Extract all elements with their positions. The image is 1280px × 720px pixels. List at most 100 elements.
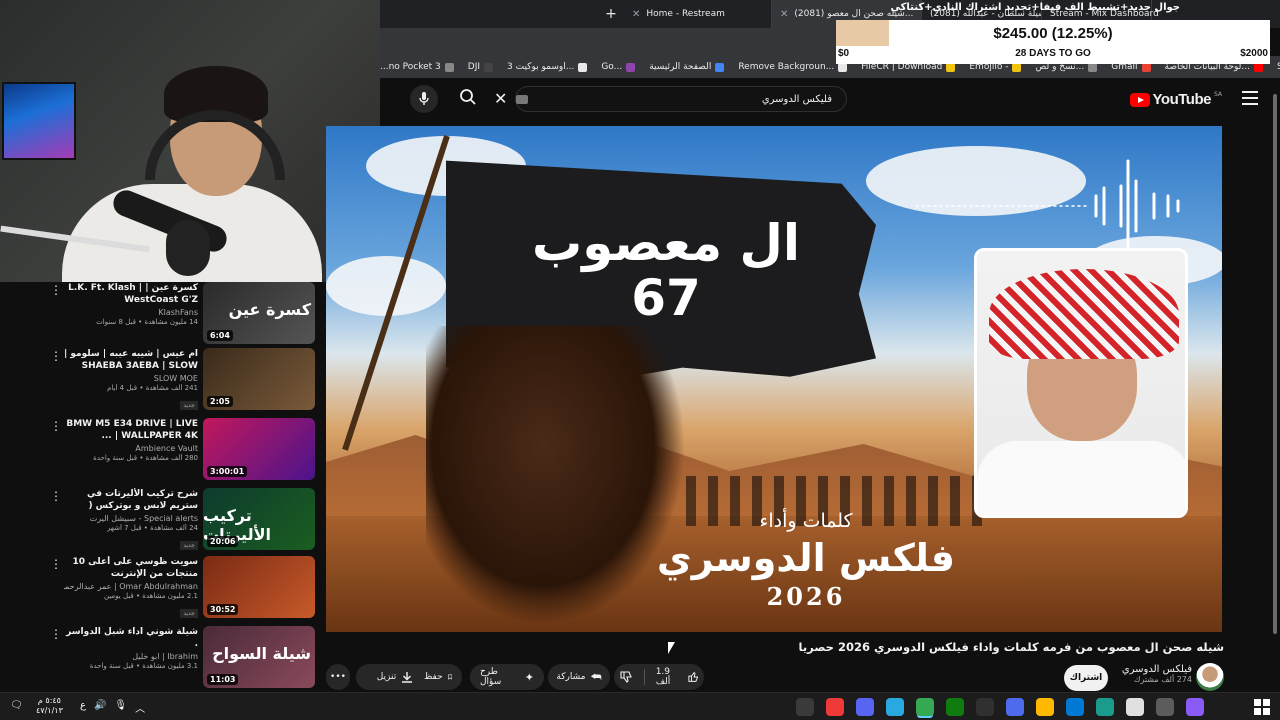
files-app-icon[interactable] xyxy=(1036,698,1054,716)
video-duration: 6:04 xyxy=(207,330,233,341)
start-button[interactable] xyxy=(1254,699,1270,715)
recommendation-channel[interactable]: SLOW MOE xyxy=(64,374,198,383)
youtube-play-icon xyxy=(1129,92,1150,107)
outlook-app-icon[interactable] xyxy=(1066,698,1084,716)
settings-app-icon[interactable] xyxy=(1156,698,1174,716)
recommendation-thumbnail[interactable]: شيلة السواح 11:03 xyxy=(203,626,315,688)
recommendation-views: 24 ألف مشاهدة • قبل 7 أشهر xyxy=(106,524,198,532)
recommendation-channel[interactable]: Ambience Vault xyxy=(64,444,198,453)
recommendation-meta: سويت ظوسي على أعلى 10 منتجات من الإنترنت… xyxy=(64,556,198,619)
video-player[interactable]: ال معصوب 67 كلمات وأداء فلكس الدوسري 202… xyxy=(326,126,1222,632)
like-button[interactable]: 1.9 ألف xyxy=(650,667,704,687)
recommendation-item[interactable]: ⋮ سويت ظوسي على أعلى 10 منتجات من الإنترن… xyxy=(0,556,326,622)
youtube-logo[interactable]: YouTube SA xyxy=(1129,91,1222,108)
voice-search-button[interactable] xyxy=(410,85,438,113)
singer-thobe xyxy=(977,441,1185,515)
recommendation-channel[interactable]: Special alerts - سبيشل اليرت xyxy=(64,514,198,523)
recommendation-item[interactable]: ⋮ BMW M5 E34 DRIVE | LIVE WALLPAPER 4K | … xyxy=(0,418,326,484)
edge-app-icon[interactable] xyxy=(1096,698,1114,716)
bookmark-item[interactable]: DJI xyxy=(468,62,494,72)
save-button[interactable]: حفظ xyxy=(414,664,462,690)
bookmark-item[interactable]: Remove Backgroun... xyxy=(738,62,848,72)
recommendation-channel[interactable]: Ibrahim | ابو خليل xyxy=(64,652,198,661)
video-duration: 2:05 xyxy=(207,396,233,407)
recommendation-item[interactable]: ⋮ كسرة عين | L.K. Ft. Klash | WestCoast G… xyxy=(0,282,326,348)
xbox-app-icon[interactable] xyxy=(946,698,964,716)
recommendation-channel[interactable]: Omar Abdulrahman | عمر عبدالرحمن xyxy=(64,582,198,591)
recommendation-title[interactable]: سويت ظوسي على أعلى 10 منتجات من الإنترنت xyxy=(64,556,198,580)
channel-name[interactable]: فيلكس الدوسري xyxy=(1112,664,1192,675)
obs-app-icon[interactable] xyxy=(976,698,994,716)
clear-search-icon[interactable]: ✕ xyxy=(494,89,507,109)
notepad-app-icon[interactable] xyxy=(1126,698,1144,716)
recommendation-title[interactable]: كسرة عين | L.K. Ft. Klash | WestCoast G'… xyxy=(64,282,198,306)
teams-app-icon[interactable] xyxy=(1006,698,1024,716)
recommendation-channel[interactable]: KlashFans xyxy=(64,308,198,317)
speaker-icon[interactable]: 🔊 xyxy=(94,700,106,715)
recommendation-item[interactable]: ⋮ شيلة شوني اداء شبل الدواسر . Ibrahim | ا… xyxy=(0,626,326,692)
search-button[interactable] xyxy=(458,87,482,111)
recommendation-thumbnail[interactable]: 3:00:01 xyxy=(203,418,315,480)
scrollbar-thumb[interactable] xyxy=(1273,94,1277,634)
subscribe-button[interactable]: اشتراك xyxy=(1064,665,1108,691)
hamburger-menu-icon[interactable] xyxy=(1242,91,1258,105)
more-options-icon[interactable]: ⋮ xyxy=(50,490,62,502)
windows-taskbar: 🗨 ٥:٤٥ م ٤٧/١/١٣ ع 🔊 🎙 ︿ xyxy=(0,692,1280,720)
page-scrollbar[interactable] xyxy=(1272,82,1278,690)
bookmark-favicon-icon xyxy=(444,62,454,72)
bookmark-item[interactable]: اوسمو بوكيت 3... xyxy=(507,62,588,72)
search-input[interactable] xyxy=(516,87,846,111)
copilot-app-icon[interactable] xyxy=(1186,698,1204,716)
search-box[interactable] xyxy=(515,86,847,112)
share-icon: ⮪ xyxy=(590,669,602,684)
recommendation-title[interactable]: BMW M5 E34 DRIVE | LIVE WALLPAPER 4K | .… xyxy=(64,418,198,442)
recommendation-item[interactable]: ⋮ ام عيس | شيبه عيبه | سلومو | SHAEBA 3AE… xyxy=(0,348,326,414)
mouse-cursor xyxy=(668,642,675,654)
bookmark-item[interactable]: Go... xyxy=(601,62,636,72)
more-options-icon[interactable]: ⋮ xyxy=(50,284,62,296)
bookmark-item[interactable]: الصفحة الرئيسية xyxy=(649,62,725,72)
more-options-icon[interactable]: ⋮ xyxy=(50,350,62,362)
share-button[interactable]: مشاركة ⮪ xyxy=(548,664,610,690)
microphone-tray-icon[interactable]: 🎙 xyxy=(114,700,127,715)
address-bar-area[interactable] xyxy=(380,28,840,56)
thumbnail-text: شيلة السواح xyxy=(212,644,311,663)
recommendation-meta: ام عيس | شيبه عيبه | سلومو | SHAEBA 3AEB… xyxy=(64,348,198,411)
horse-rider xyxy=(426,326,686,626)
like-count: 1.9 ألف xyxy=(655,667,671,687)
fl-studio-app-icon[interactable] xyxy=(886,698,904,716)
recommendation-title[interactable]: شرح تركيب الأليرتات في ستريم لابس و بوتر… xyxy=(64,488,198,512)
recommendation-thumbnail[interactable]: 30:52 xyxy=(203,556,315,618)
tab-restream[interactable]: ✕ Home - Restream xyxy=(624,0,772,28)
more-options-icon[interactable]: ⋮ xyxy=(50,420,62,432)
vivaldi-app-icon[interactable] xyxy=(826,698,844,716)
goal-footer: $0 28 DAYS TO GO $2000 xyxy=(836,48,1270,62)
more-options-icon[interactable]: ⋮ xyxy=(50,628,62,640)
notification-icon[interactable]: 🗨 xyxy=(10,700,23,711)
dislike-button[interactable] xyxy=(614,671,639,683)
recommendation-thumbnail[interactable]: كسرة عين 6:04 xyxy=(203,282,315,344)
new-tab-button[interactable]: + xyxy=(598,0,624,28)
language-indicator[interactable]: ع xyxy=(80,700,86,715)
recommendation-thumbnail[interactable]: 2:05 xyxy=(203,348,315,410)
new-badge: جديد xyxy=(180,541,198,550)
close-icon[interactable]: ✕ xyxy=(632,9,640,20)
system-tray: ع 🔊 🎙 ︿ xyxy=(80,700,145,715)
chevron-up-icon[interactable]: ︿ xyxy=(135,700,145,715)
video-caption-lyrics: كلمات وأداء xyxy=(759,510,853,532)
recommendation-views: 241 ألف مشاهدة • قبل 4 أيام xyxy=(107,384,198,392)
recommendation-thumbnail[interactable]: تركيب الأليرتات 20:06 xyxy=(203,488,315,550)
discord-app-icon[interactable] xyxy=(856,698,874,716)
ask-question-button[interactable]: طرح سؤال ✦ xyxy=(470,664,544,690)
chrome-app-icon[interactable] xyxy=(916,698,934,716)
camera-app-icon[interactable] xyxy=(796,698,814,716)
close-icon[interactable]: ✕ xyxy=(780,9,788,20)
more-actions-button[interactable]: ••• xyxy=(326,664,350,690)
recommendation-title[interactable]: ام عيس | شيبه عيبه | سلومو | SHAEBA 3AEB… xyxy=(64,348,198,372)
taskbar-clock[interactable]: ٥:٤٥ م ٤٧/١/١٣ xyxy=(36,696,63,716)
channel-avatar[interactable] xyxy=(1196,663,1224,691)
recommendation-item[interactable]: ⋮ شرح تركيب الأليرتات في ستريم لابس و بوت… xyxy=(0,488,326,554)
bookmark-item[interactable]: ...no Pocket 3 xyxy=(380,62,454,72)
recommendation-title[interactable]: شيلة شوني اداء شبل الدواسر . xyxy=(64,626,198,650)
more-options-icon[interactable]: ⋮ xyxy=(50,558,62,570)
